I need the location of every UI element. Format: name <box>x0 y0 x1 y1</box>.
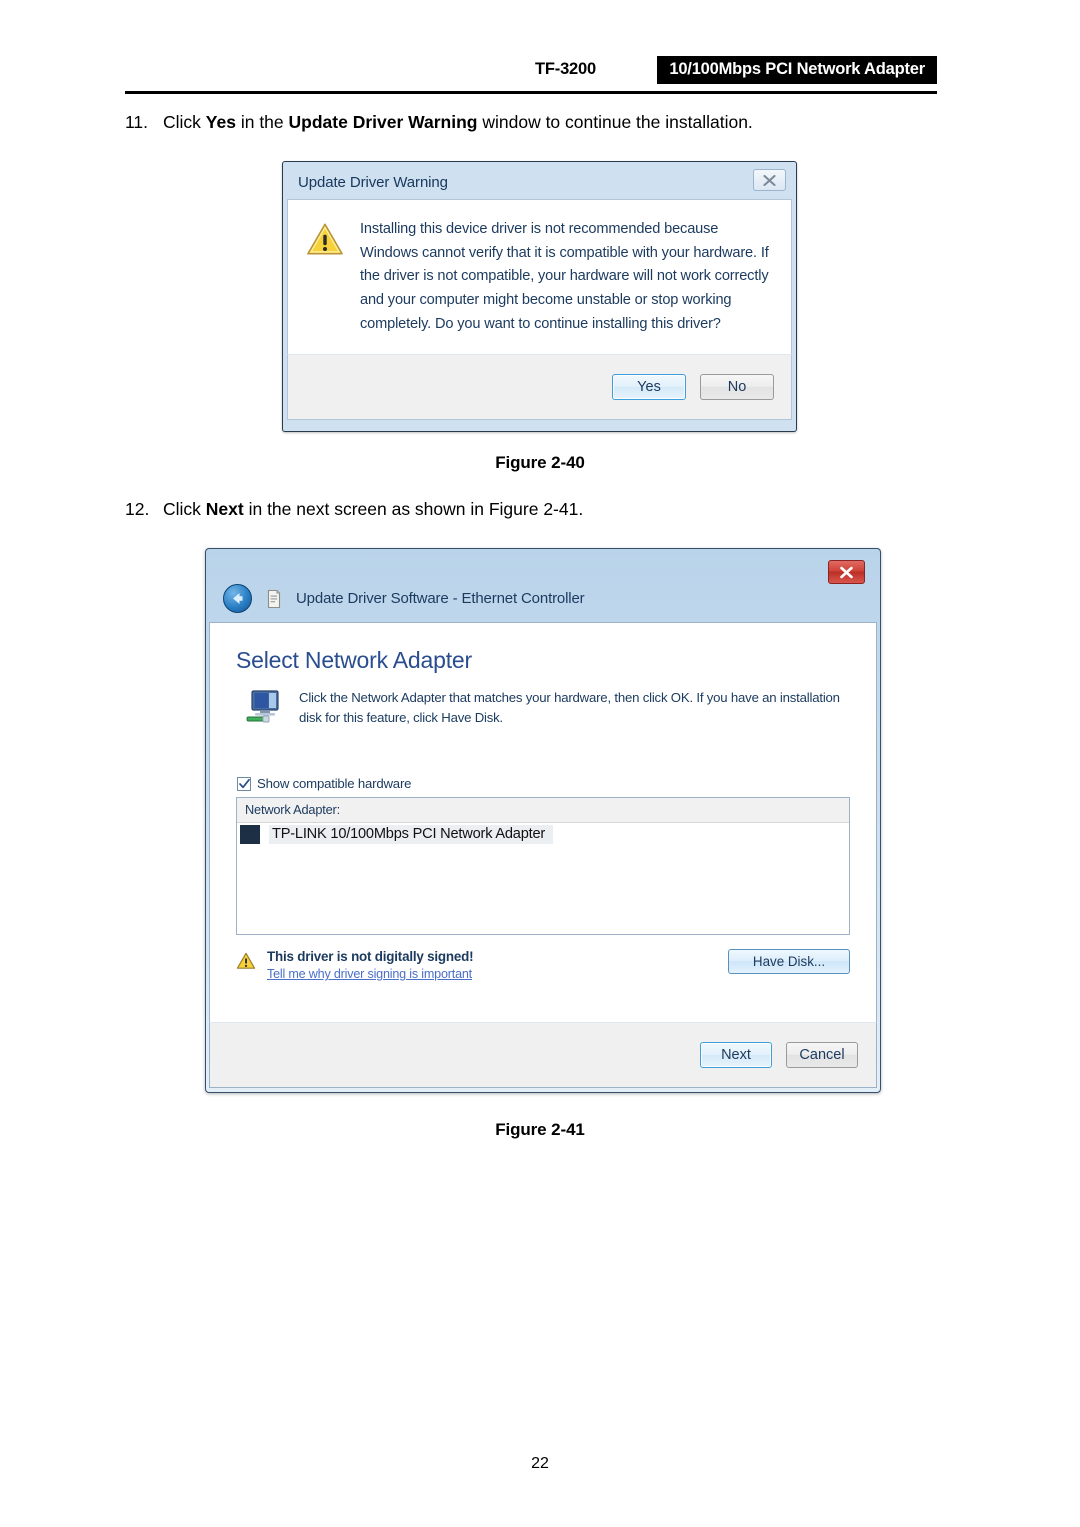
list-item[interactable]: TP-LINK 10/100Mbps PCI Network Adapter <box>237 823 849 846</box>
driver-not-signed-warning: This driver is not digitally signed! <box>267 949 474 965</box>
show-compatible-hardware-checkbox[interactable]: Show compatible hardware <box>237 776 850 791</box>
step-11-number: 11. <box>125 112 149 132</box>
no-button[interactable]: No <box>700 374 774 400</box>
cancel-button[interactable]: Cancel <box>786 1042 858 1068</box>
network-adapter-listbox[interactable]: Network Adapter: TP-LINK 10/100Mbps PCI … <box>236 797 850 936</box>
step-12-text-part1: Click <box>163 499 206 519</box>
instruction-text: Click the Network Adapter that matches y… <box>299 690 840 725</box>
warning-dialog-titlebar: Update Driver Warning <box>287 166 792 199</box>
network-adapter-icon <box>246 690 279 723</box>
update-driver-warning-dialog: Update Driver Warning Installing this de… <box>282 161 797 432</box>
driver-signing-link[interactable]: Tell me why driver signing is important <box>267 967 472 981</box>
step-11-bold-yes: Yes <box>205 112 236 132</box>
page-number: 22 <box>531 1455 549 1472</box>
warning-dialog-body: Installing this device driver is not rec… <box>287 199 792 354</box>
page-header: TF-3200 10/100Mbps PCI Network Adapter <box>125 56 937 92</box>
close-x-glyph <box>763 174 776 186</box>
driver-signing-row: This driver is not digitally signed! Tel… <box>236 949 850 983</box>
update-driver-titlebar: Update Driver Software - Ethernet Contro… <box>209 552 877 622</box>
instruction-row: Click the Network Adapter that matches y… <box>244 688 850 727</box>
page-title: Select Network Adapter <box>236 647 472 673</box>
update-driver-content: Select Network Adapter Click the Network… <box>209 622 877 1022</box>
step-11-text-part2: in the <box>235 112 289 132</box>
figure-2-40-caption: Figure 2-40 <box>495 453 585 472</box>
step-12-bold-next: Next <box>205 499 244 519</box>
update-driver-window-title: Update Driver Software - Ethernet Contro… <box>296 590 585 607</box>
have-disk-button[interactable]: Have Disk... <box>728 949 850 975</box>
update-driver-nav-row: Update Driver Software - Ethernet Contro… <box>223 584 585 613</box>
close-icon[interactable] <box>828 560 865 584</box>
warning-triangle-icon <box>236 952 256 969</box>
device-icon <box>267 589 281 608</box>
next-button[interactable]: Next <box>700 1042 772 1068</box>
checkmark-icon <box>238 778 250 788</box>
warning-dialog-footer: Yes No <box>287 354 792 420</box>
step-12-number: 12. <box>125 499 150 519</box>
header-product-banner: 10/100Mbps PCI Network Adapter <box>657 56 937 84</box>
header-model-name: TF-3200 <box>535 60 596 78</box>
warning-triangle-icon <box>307 223 343 255</box>
close-icon[interactable] <box>753 169 786 191</box>
update-driver-footer: Next Cancel <box>209 1022 877 1088</box>
yes-button[interactable]: Yes <box>612 374 686 400</box>
adapter-icon <box>240 825 260 845</box>
header-rule <box>125 91 937 94</box>
step-11-bold-dialog: Update Driver Warning <box>288 112 478 132</box>
back-arrow-glyph <box>233 593 243 604</box>
step-12-text-part2: in the next screen as shown in Figure 2-… <box>243 499 584 519</box>
list-column-header: Network Adapter: <box>237 798 849 824</box>
checkbox-label: Show compatible hardware <box>257 776 412 792</box>
back-arrow-icon[interactable] <box>223 584 252 613</box>
list-item-label: TP-LINK 10/100Mbps PCI Network Adapter <box>269 825 554 845</box>
step-11: 11. Click Yes in the Update Driver Warnin… <box>125 111 753 134</box>
warning-dialog-message: Installing this device driver is not rec… <box>360 221 769 332</box>
step-11-text-part1: Click <box>163 112 206 132</box>
step-11-text-part3: window to continue the installation. <box>477 112 753 132</box>
warning-dialog-title: Update Driver Warning <box>298 174 448 191</box>
close-x-glyph <box>840 566 853 578</box>
figure-2-41-caption: Figure 2-41 <box>495 1120 585 1139</box>
driver-signing-texts: This driver is not digitally signed! Tel… <box>267 949 474 983</box>
step-12: 12. Click Next in the next screen as show… <box>125 498 583 521</box>
update-driver-software-dialog: Update Driver Software - Ethernet Contro… <box>205 548 881 1093</box>
checkbox-box[interactable] <box>237 776 251 791</box>
